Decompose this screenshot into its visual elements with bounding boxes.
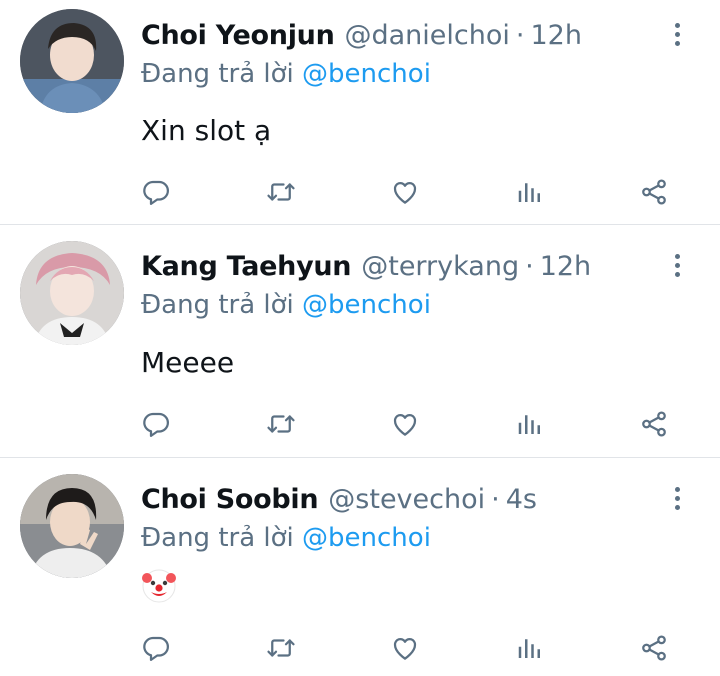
reply-tweet[interactable]: Choi Yeonjun @danielchoi · 12h Đang trả lời… <box>0 0 720 224</box>
separator-dot: · <box>491 484 500 515</box>
analytics-icon[interactable] <box>510 172 550 212</box>
user-handle[interactable]: @stevechoi <box>328 484 485 515</box>
display-name[interactable]: Choi Yeonjun <box>141 20 335 51</box>
share-icon[interactable] <box>634 172 674 212</box>
clown-face-icon <box>141 568 177 608</box>
comment-icon[interactable] <box>136 404 176 444</box>
tweet-header: Kang Taehyun @terrykang · 12h <box>141 247 591 287</box>
user-handle[interactable]: @terrykang <box>361 251 519 282</box>
tweet-text: Xin slot ạ <box>141 114 272 147</box>
heart-icon[interactable] <box>385 404 425 444</box>
heart-icon[interactable] <box>385 628 425 668</box>
comment-icon[interactable] <box>136 628 176 668</box>
more-vertical-icon[interactable] <box>660 245 694 285</box>
heart-icon[interactable] <box>385 172 425 212</box>
share-icon[interactable] <box>634 404 674 444</box>
separator-dot: · <box>525 251 534 282</box>
action-bar <box>0 404 720 444</box>
replying-to: Đang trả lời @benchoi <box>141 287 431 323</box>
retweet-icon[interactable] <box>261 172 301 212</box>
comment-icon[interactable] <box>136 172 176 212</box>
more-vertical-icon[interactable] <box>660 14 694 54</box>
analytics-icon[interactable] <box>510 628 550 668</box>
replying-to-label: Đang trả lời <box>141 523 294 553</box>
replying-to-user-link[interactable]: @benchoi <box>302 59 431 89</box>
tweet-header: Choi Soobin @stevechoi · 4s <box>141 480 537 520</box>
more-vertical-icon[interactable] <box>660 478 694 518</box>
avatar[interactable] <box>20 9 124 113</box>
reply-tweet[interactable]: Choi Soobin @stevechoi · 4s Đang trả lời @b… <box>0 458 720 676</box>
timestamp[interactable]: 4s <box>506 484 537 515</box>
replying-to-label: Đang trả lời <box>141 290 294 320</box>
share-icon[interactable] <box>634 628 674 668</box>
tweet-text: Meeee <box>141 346 235 379</box>
separator-dot: · <box>515 20 525 51</box>
retweet-icon[interactable] <box>261 404 301 444</box>
replying-to-user-link[interactable]: @benchoi <box>302 523 431 553</box>
avatar[interactable] <box>20 474 124 578</box>
replying-to: Đang trả lời @benchoi <box>141 56 431 92</box>
tweet-header: Choi Yeonjun @danielchoi · 12h <box>141 16 582 56</box>
replying-to: Đang trả lời @benchoi <box>141 520 431 556</box>
display-name[interactable]: Kang Taehyun <box>141 251 352 282</box>
display-name[interactable]: Choi Soobin <box>141 484 319 515</box>
reply-tweet[interactable]: Kang Taehyun @terrykang · 12h Đang trả lời … <box>0 225 720 457</box>
avatar[interactable] <box>20 241 124 345</box>
user-handle[interactable]: @danielchoi <box>345 20 510 51</box>
action-bar <box>0 172 720 212</box>
timestamp[interactable]: 12h <box>530 20 581 51</box>
analytics-icon[interactable] <box>510 404 550 444</box>
timestamp[interactable]: 12h <box>540 251 591 282</box>
replying-to-user-link[interactable]: @benchoi <box>302 290 431 320</box>
action-bar <box>0 628 720 668</box>
retweet-icon[interactable] <box>261 628 301 668</box>
replying-to-label: Đang trả lời <box>141 59 294 89</box>
